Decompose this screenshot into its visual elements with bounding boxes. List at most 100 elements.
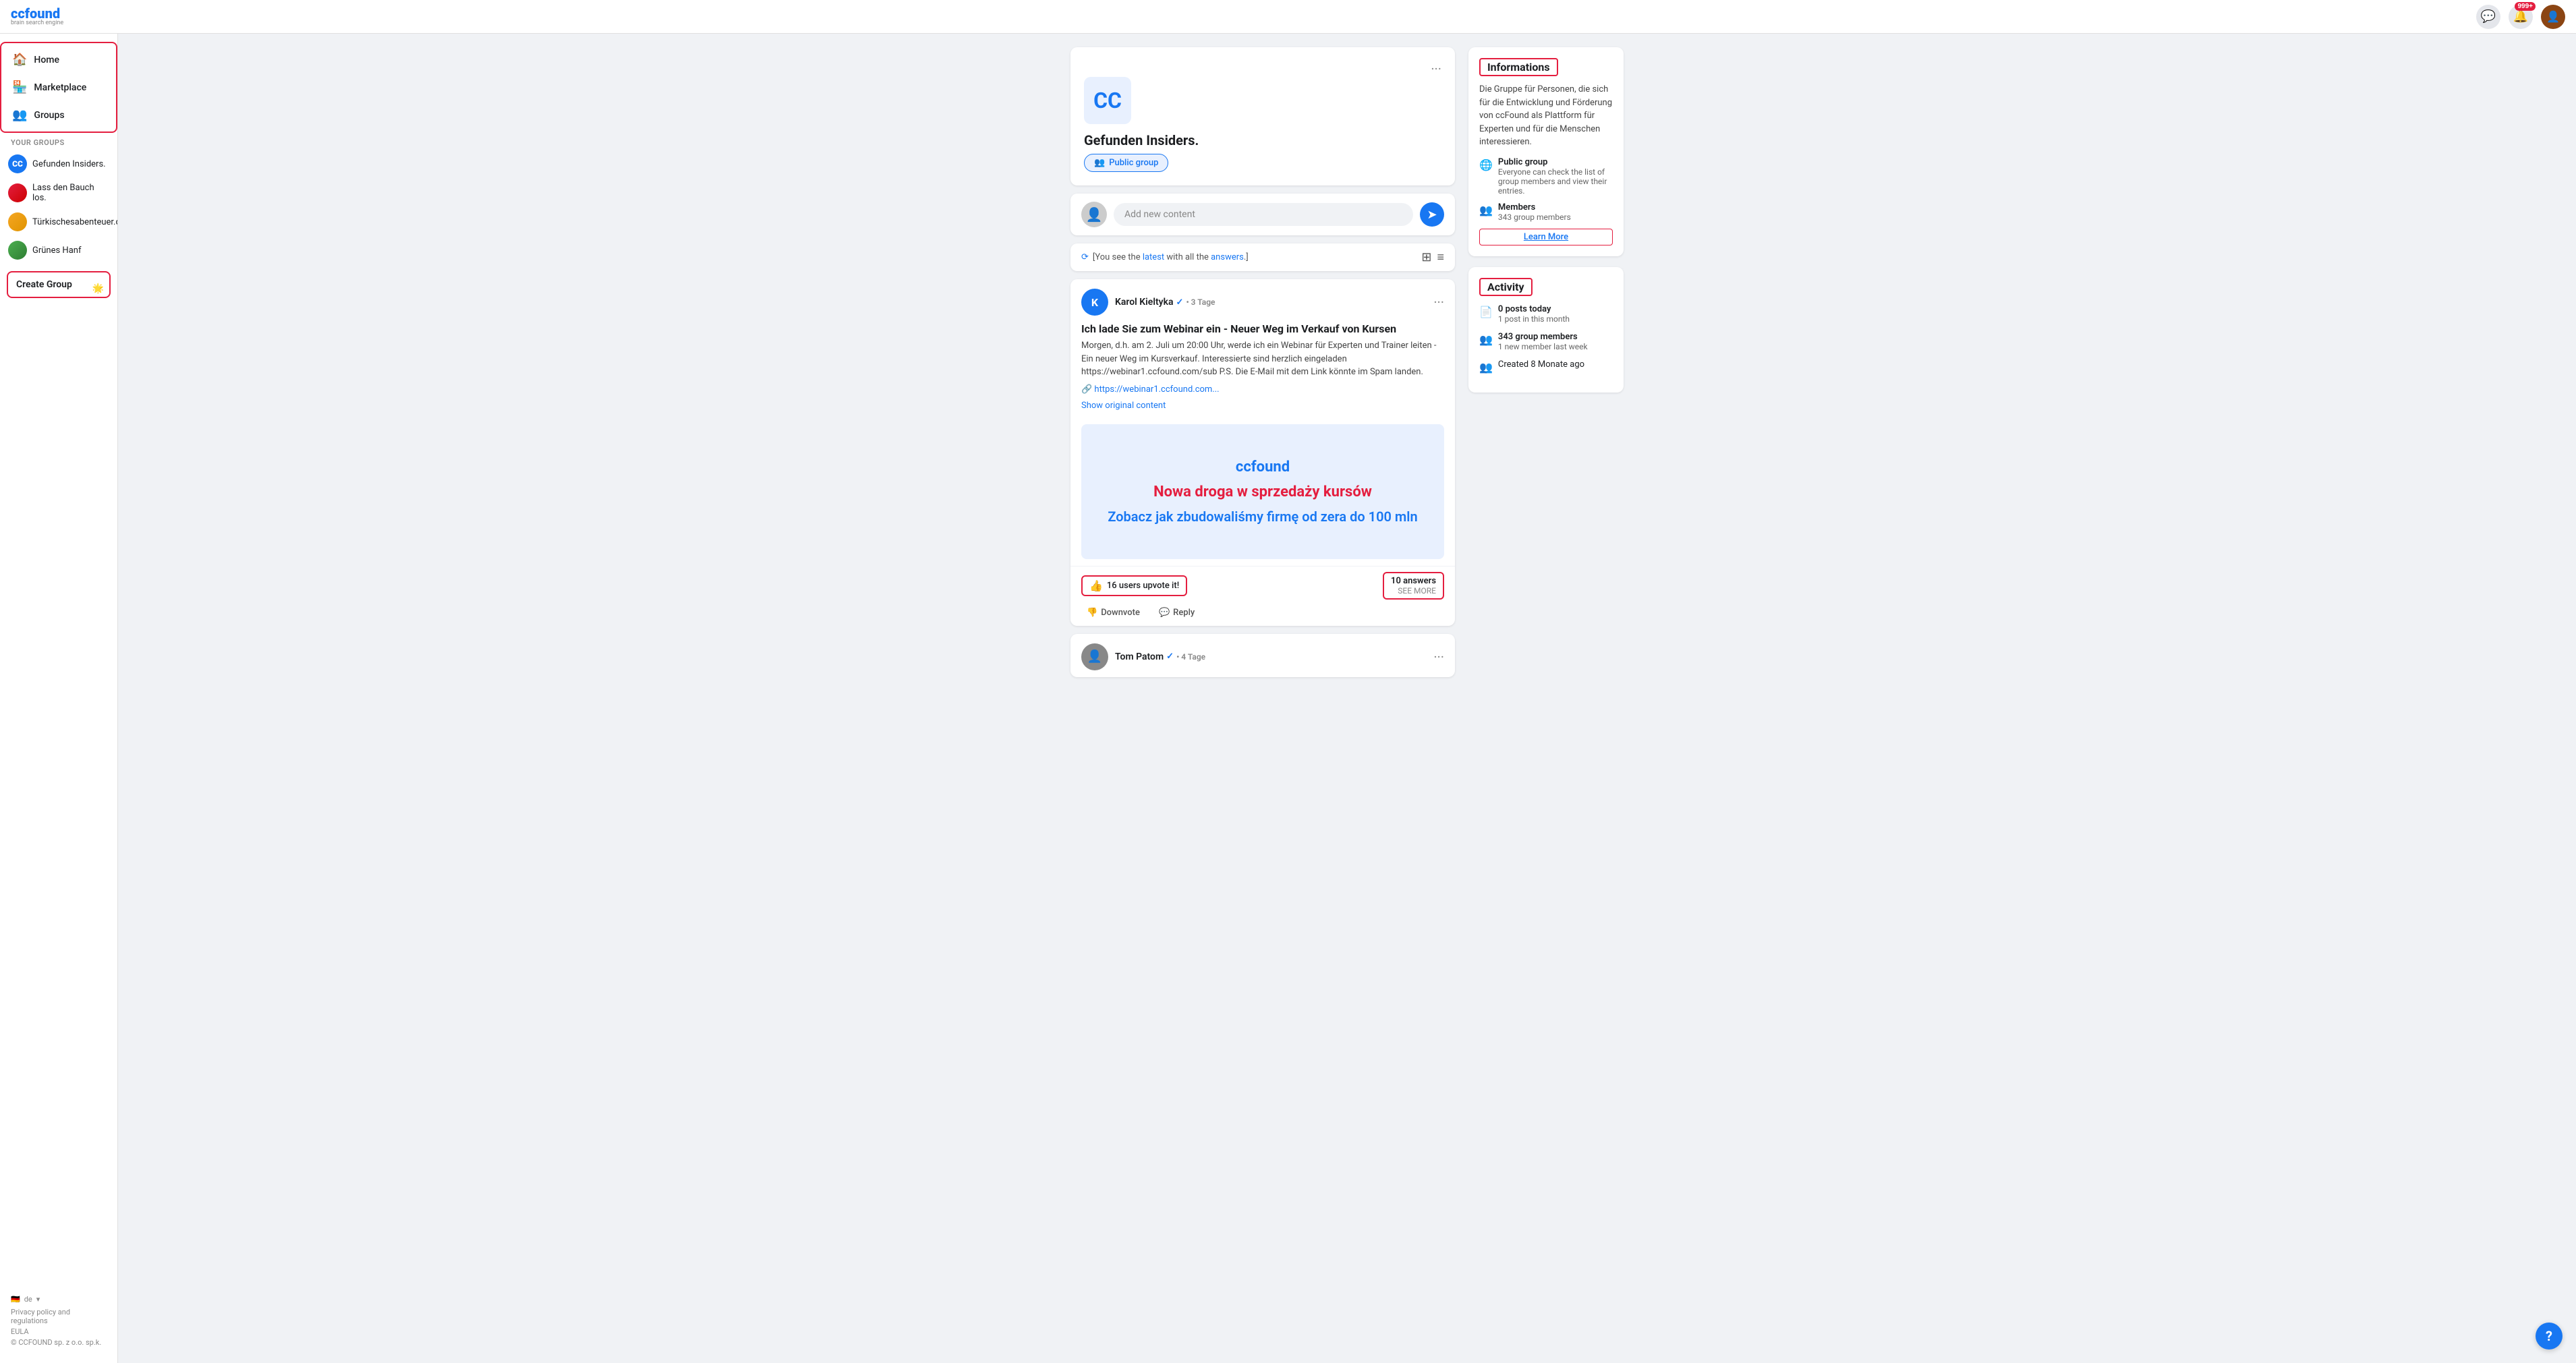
notifications-button[interactable]: 🔔 999+ [2509, 5, 2533, 29]
sidebar-footer: 🇩🇪 de ▾ Privacy policy and regulations E… [0, 1287, 117, 1355]
group-header-dots[interactable]: ··· [1431, 61, 1441, 77]
post1-reactions-left[interactable]: 👍 16 users upvote it! [1081, 575, 1187, 596]
post1-author-info: Karol Kieltyka ✓ • 3 Tage [1115, 297, 1427, 308]
latest-icon: ⟳ [1081, 252, 1089, 262]
list-icon[interactable]: ≡ [1437, 250, 1444, 264]
sidebar-group-g3[interactable]: Türkischesabenteuer.de [0, 208, 117, 236]
eula-link[interactable]: EULA [11, 1327, 107, 1336]
group-name-g2: Lass den Bauch los. [32, 183, 109, 203]
post1-link[interactable]: 🔗 https://webinar1.ccfound.com... [1081, 384, 1444, 395]
marketplace-icon: 🏪 [12, 80, 27, 94]
nav-group: 🏠 Home 🏪 Marketplace 👥 Groups [0, 42, 117, 133]
help-button[interactable]: ? [2536, 1323, 2563, 1350]
answers-link[interactable]: answers [1211, 252, 1244, 262]
language-selector[interactable]: 🇩🇪 de ▾ [11, 1295, 107, 1304]
activity-created-row: 👥 Created 8 Monate ago [1479, 359, 1613, 374]
globe-icon: 🌐 [1479, 158, 1493, 171]
post-card-2: 👤 Tom Patom ✓ • 4 Tage ··· [1070, 634, 1455, 677]
post2-verified-icon: ✓ [1166, 651, 1174, 662]
members-sub: 343 group members [1498, 212, 1571, 222]
sidebar-item-marketplace[interactable]: 🏪 Marketplace [4, 74, 113, 101]
group-avatar-g2 [8, 183, 27, 202]
message-icon: 💬 [2481, 9, 2496, 24]
grid-icon[interactable]: ⊞ [1421, 250, 1431, 264]
main-layout: 🏠 Home 🏪 Marketplace 👥 Groups YOUR GROUP… [0, 34, 2576, 691]
language-code: de [24, 1295, 32, 1304]
post1-reactions-right[interactable]: 10 answers SEE MORE [1383, 572, 1444, 600]
members-icon: 👥 [1479, 204, 1493, 216]
activity-posts-content: 0 posts today 1 post in this month [1498, 304, 1570, 324]
privacy-link[interactable]: Privacy policy and regulations [11, 1308, 107, 1325]
post1-verified-icon: ✓ [1176, 297, 1184, 308]
sidebar-group-g1[interactable]: CC Gefunden Insiders. [0, 150, 117, 178]
info-bar-left: ⟳ [You see the latest with all the answe… [1081, 252, 1249, 262]
user-avatar[interactable]: 👤 [2541, 5, 2565, 29]
sidebar-group-g2[interactable]: Lass den Bauch los. [0, 178, 117, 208]
activity-created-content: Created 8 Monate ago [1498, 359, 1584, 370]
group-type-badge[interactable]: 👥 Public group [1084, 154, 1168, 172]
document-icon: 📄 [1479, 306, 1493, 318]
group-avatar-g1: CC [8, 154, 27, 173]
post1-preview: ccfound Nowa droga w sprzedaży kursów Zo… [1081, 424, 1444, 559]
create-group-emoji: 🌟 [92, 283, 104, 294]
post1-header: K Karol Kieltyka ✓ • 3 Tage ··· [1070, 279, 1455, 322]
latest-link[interactable]: latest [1143, 252, 1164, 262]
posts-today: 0 posts today [1498, 304, 1570, 314]
activity-title: Activity [1479, 278, 1533, 296]
logo[interactable]: ccfound brain search engine [11, 7, 63, 26]
right-sidebar: Informations Die Gruppe für Personen, di… [1468, 47, 1624, 677]
informations-card: Informations Die Gruppe für Personen, di… [1468, 47, 1624, 256]
topbar-left: ccfound brain search engine [11, 7, 63, 26]
learn-more-button[interactable]: Learn More [1479, 229, 1613, 245]
preview-subtitle: Zobacz jak zbudowaliśmy firmę od zera do… [1108, 509, 1417, 525]
people-icon: 👥 [1094, 158, 1105, 168]
new-post-input[interactable]: Add new content [1114, 203, 1413, 226]
chevron-down-icon: ▾ [36, 1295, 40, 1304]
members-activity-icon: 👥 [1479, 333, 1493, 346]
create-group-label: Create Group [16, 279, 72, 290]
post1-time: • 3 Tage [1186, 297, 1215, 307]
group-logo: CC [1084, 77, 1131, 124]
activity-card: Activity 📄 0 posts today 1 post in this … [1468, 267, 1624, 393]
post1-show-original[interactable]: Show original content [1081, 401, 1166, 411]
send-icon: ➤ [1427, 208, 1437, 222]
post2-dots[interactable]: ··· [1433, 649, 1444, 665]
post1-answers-count: 10 answers [1391, 576, 1436, 586]
post-send-button[interactable]: ➤ [1420, 202, 1444, 227]
flag-icon: 🇩🇪 [11, 1295, 20, 1304]
groups-icon: 👥 [12, 108, 27, 122]
post1-see-more[interactable]: SEE MORE [1391, 586, 1436, 596]
post1-text: Morgen, d.h. am 2. Juli um 20:00 Uhr, we… [1081, 339, 1444, 379]
current-user-avatar: 👤 [1081, 202, 1107, 227]
group-header-card: ··· CC Gefunden Insiders. 👥 Public group [1070, 47, 1455, 185]
post1-dots[interactable]: ··· [1433, 294, 1444, 310]
sidebar-item-home[interactable]: 🏠 Home [4, 46, 113, 74]
sidebar-groups-label: Groups [34, 110, 64, 121]
informations-title: Informations [1479, 58, 1558, 76]
activity-members-content: 343 group members 1 new member last week [1498, 332, 1588, 351]
bell-icon: 🔔 [2513, 9, 2528, 24]
sidebar-group-g4[interactable]: Grünes Hanf [0, 236, 117, 264]
reply-icon: 💬 [1159, 608, 1170, 618]
group-name-g3: Türkischesabenteuer.de [32, 217, 118, 227]
post1-author-avatar: K [1081, 289, 1108, 316]
post1-downvote-button[interactable]: 👎 Downvote [1081, 605, 1145, 620]
home-icon: 🏠 [12, 53, 27, 67]
downvote-icon: 👎 [1087, 608, 1097, 618]
post1-body: Ich lade Sie zum Webinar ein - Neuer Weg… [1070, 322, 1455, 417]
info-bar-text: [You see the latest with all the answers… [1093, 252, 1249, 262]
messages-button[interactable]: 💬 [2476, 5, 2500, 29]
create-group-button[interactable]: Create Group 🌟 [7, 271, 111, 298]
public-group-row: 🌐 Public group Everyone can check the li… [1479, 157, 1613, 196]
post1-reply-button[interactable]: 💬 Reply [1153, 605, 1200, 620]
post2-header: 👤 Tom Patom ✓ • 4 Tage ··· [1070, 634, 1455, 677]
group-avatar-g3 [8, 212, 27, 231]
your-groups-label: YOUR GROUPS [0, 133, 117, 150]
topbar-right: 💬 🔔 999+ 👤 [2476, 5, 2565, 29]
post1-title: Ich lade Sie zum Webinar ein - Neuer Weg… [1081, 322, 1444, 335]
feed-column: ··· CC Gefunden Insiders. 👥 Public group… [1070, 47, 1455, 677]
public-group-content: Public group Everyone can check the list… [1498, 157, 1613, 196]
post2-time: • 4 Tage [1176, 652, 1205, 662]
members-row: 👥 Members 343 group members [1479, 202, 1613, 222]
sidebar-item-groups[interactable]: 👥 Groups [4, 101, 113, 129]
